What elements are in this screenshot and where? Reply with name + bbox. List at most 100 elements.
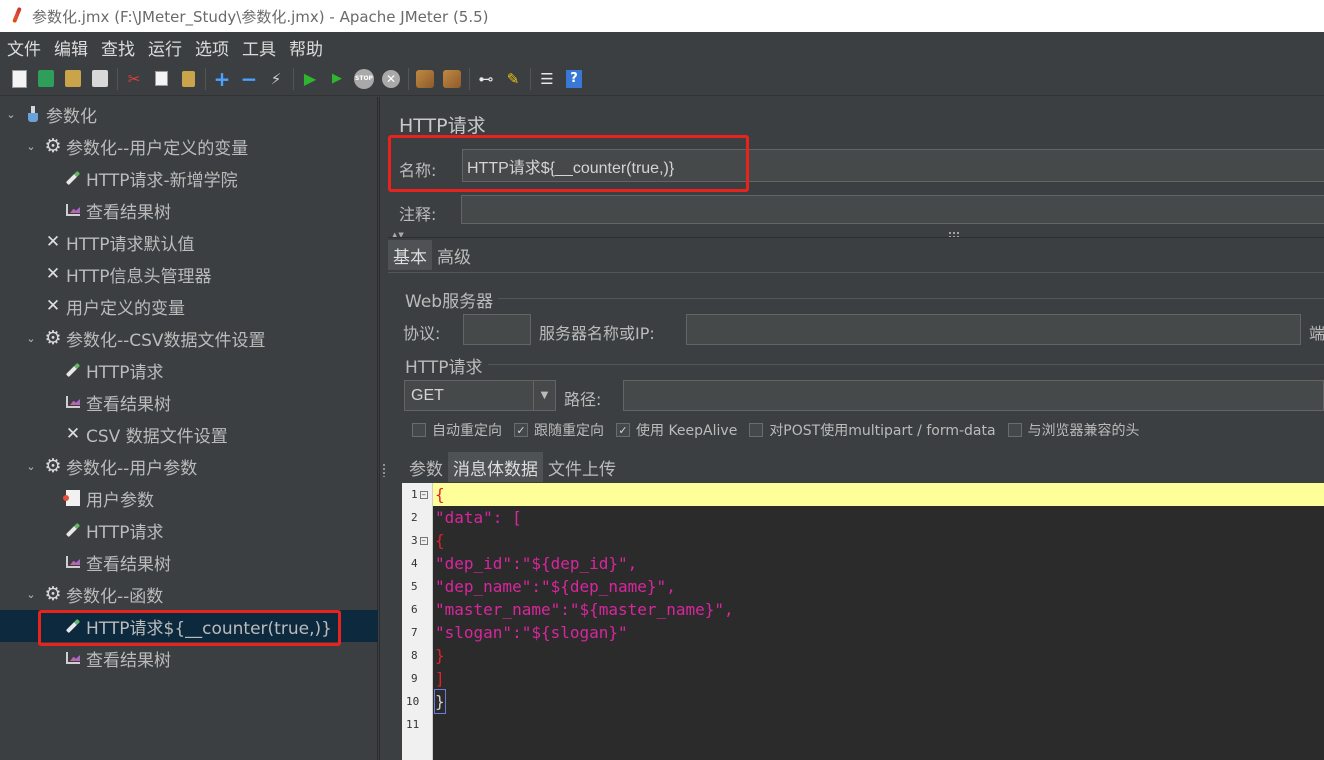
tab-basic[interactable]: 基本 bbox=[388, 240, 432, 270]
menu-edit[interactable]: 编辑 bbox=[47, 35, 94, 60]
chevron-down-icon[interactable]: ⌄ bbox=[24, 332, 38, 345]
menu-file[interactable]: 文件 bbox=[0, 35, 47, 60]
line-number: 6 bbox=[411, 603, 418, 616]
tree-node-sampler[interactable]: HTTP请求-新增学院 bbox=[64, 162, 238, 194]
tree-node-config[interactable]: ✕ 用户定义的变量 bbox=[44, 290, 185, 322]
menu-tools[interactable]: 工具 bbox=[235, 35, 282, 60]
tree-node-listener[interactable]: 查看结果树 bbox=[64, 194, 171, 226]
shutdown-icon[interactable]: ✕ bbox=[380, 68, 402, 90]
toggle-icon[interactable]: ⚡ bbox=[265, 68, 287, 90]
tree-node-sampler[interactable]: HTTP请求 bbox=[64, 354, 164, 386]
save-icon[interactable] bbox=[89, 68, 111, 90]
tree-node-thread-group[interactable]: ⌄ ⚙ 参数化--用户参数 bbox=[24, 450, 197, 482]
check-icon[interactable]: ✓ bbox=[514, 423, 528, 437]
copy-icon[interactable] bbox=[150, 68, 172, 90]
browser-compatible-headers-checkbox[interactable]: 与浏览器兼容的头 bbox=[1007, 420, 1140, 440]
expand-all-icon[interactable]: + bbox=[211, 67, 233, 91]
tab-body-data[interactable]: 消息体数据 bbox=[448, 452, 543, 482]
new-icon[interactable] bbox=[8, 68, 30, 90]
menu-help[interactable]: 帮助 bbox=[282, 35, 329, 60]
follow-redirects-checkbox[interactable]: ✓ 跟随重定向 bbox=[514, 420, 604, 440]
start-icon[interactable]: ▶ bbox=[299, 68, 321, 90]
tree-node-label: 查看结果树 bbox=[86, 202, 171, 223]
tree-node-preprocessor[interactable]: 用户参数 bbox=[63, 482, 154, 514]
checkbox-box[interactable] bbox=[1007, 423, 1022, 437]
menu-search[interactable]: 查找 bbox=[94, 35, 141, 60]
panel-title: HTTP请求 bbox=[399, 115, 486, 137]
tree-node-config[interactable]: ✕ HTTP信息头管理器 bbox=[44, 258, 212, 290]
checkbox-label: 与浏览器兼容的头 bbox=[1027, 423, 1140, 439]
check-icon[interactable]: ✓ bbox=[616, 423, 630, 437]
menu-options[interactable]: 选项 bbox=[188, 35, 235, 60]
chart-icon bbox=[64, 649, 82, 667]
comment-field[interactable] bbox=[461, 195, 1324, 224]
reset-search-icon[interactable]: ✎ bbox=[502, 68, 524, 90]
tree-node-thread-group[interactable]: ⌄ ⚙ 参数化--函数 bbox=[24, 578, 163, 610]
checkbox-box[interactable] bbox=[749, 423, 764, 437]
gear-icon: ⚙ bbox=[44, 135, 62, 157]
tree-node-label: 参数化 bbox=[46, 106, 97, 127]
collapse-all-icon[interactable]: − bbox=[238, 67, 260, 91]
protocol-field[interactable] bbox=[463, 314, 531, 345]
multipart-checkbox[interactable]: 对POST使用multipart / form-data bbox=[749, 420, 996, 440]
function-helper-icon[interactable]: ☰ bbox=[536, 68, 558, 90]
help-icon[interactable]: ? bbox=[563, 68, 585, 90]
start-no-pause-icon[interactable]: ▶ bbox=[326, 68, 348, 90]
fold-icon[interactable]: − bbox=[419, 536, 428, 545]
fold-icon[interactable]: − bbox=[419, 490, 428, 499]
tree-node-label: 参数化--CSV数据文件设置 bbox=[66, 330, 266, 351]
tree-node-listener[interactable]: 查看结果树 bbox=[64, 546, 171, 578]
chevron-down-icon[interactable]: ⌄ bbox=[24, 140, 38, 153]
tab-files-upload[interactable]: 文件上传 bbox=[543, 452, 621, 482]
protocol-label: 协议: bbox=[403, 324, 441, 343]
open-icon[interactable] bbox=[62, 68, 84, 90]
checkbox-box[interactable] bbox=[412, 423, 426, 437]
toolbar-separator bbox=[530, 67, 531, 90]
tree-node-sampler[interactable]: HTTP请求 bbox=[64, 514, 164, 546]
menu-run[interactable]: 运行 bbox=[141, 35, 188, 60]
tree-node-test-plan[interactable]: ⌄ 参数化 bbox=[4, 98, 97, 130]
tab-advanced[interactable]: 高级 bbox=[432, 240, 476, 270]
auto-redirect-checkbox[interactable]: 自动重定向 bbox=[412, 420, 502, 440]
tree-node-label: 参数化--用户定义的变量 bbox=[66, 138, 249, 159]
code-line: "slogan":"${slogan}" bbox=[435, 623, 628, 642]
chevron-down-icon[interactable]: ⌄ bbox=[24, 588, 38, 601]
tree-node-thread-group[interactable]: ⌄ ⚙ 参数化--用户定义的变量 bbox=[24, 130, 248, 162]
search-binoculars-icon[interactable]: ⊷ bbox=[475, 68, 497, 90]
server-name-field[interactable] bbox=[686, 314, 1301, 345]
tree-node-config[interactable]: ✕ CSV 数据文件设置 bbox=[64, 418, 228, 450]
comment-label: 注释: bbox=[399, 205, 437, 224]
clear-icon[interactable] bbox=[414, 68, 436, 90]
tree-node-config[interactable]: ✕ HTTP请求默认值 bbox=[44, 226, 195, 258]
line-number: 2 bbox=[411, 511, 418, 524]
paste-icon[interactable] bbox=[177, 68, 199, 90]
keepalive-checkbox[interactable]: ✓ 使用 KeepAlive bbox=[616, 420, 737, 440]
tab-parameters[interactable]: 参数 bbox=[404, 452, 448, 482]
chevron-down-icon[interactable]: ⌄ bbox=[4, 108, 18, 121]
tree-node-thread-group[interactable]: ⌄ ⚙ 参数化--CSV数据文件设置 bbox=[24, 322, 266, 354]
tree-node-listener[interactable]: 查看结果树 bbox=[64, 386, 171, 418]
tree-node-label: CSV 数据文件设置 bbox=[86, 426, 228, 447]
chevron-down-icon[interactable]: ▼ bbox=[533, 381, 555, 410]
divider bbox=[488, 364, 1324, 365]
web-server-group-title: Web服务器 bbox=[405, 292, 494, 312]
line-number: 3− bbox=[411, 534, 428, 547]
cut-icon[interactable]: ✂ bbox=[123, 68, 145, 90]
annotation-highlight-box bbox=[388, 135, 749, 192]
body-data-editor[interactable]: 1− 2 3− 4 5 6 7 8 9 10 11 { "data": [ { … bbox=[402, 483, 1324, 760]
method-select[interactable]: GET ▼ bbox=[404, 380, 556, 411]
divider bbox=[388, 237, 1324, 238]
toolbar: ✂ + − ⚡ ▶ ▶ STOP ✕ ⊷ ✎ ☰ ? bbox=[0, 62, 1324, 96]
menu-bar: 文件 编辑 查找 运行 选项 工具 帮助 bbox=[0, 32, 1324, 62]
chevron-down-icon[interactable]: ⌄ bbox=[24, 460, 38, 473]
clear-all-icon[interactable] bbox=[441, 68, 463, 90]
split-pane-divider[interactable] bbox=[379, 97, 388, 760]
code-line: "dep_name":"${dep_name}", bbox=[435, 577, 676, 596]
path-field[interactable] bbox=[623, 380, 1324, 411]
stop-icon[interactable]: STOP bbox=[353, 68, 375, 90]
templates-icon[interactable] bbox=[35, 68, 57, 90]
tree-node-label: 查看结果树 bbox=[86, 650, 171, 671]
toolbar-separator bbox=[293, 67, 294, 90]
current-line-highlight bbox=[433, 483, 1324, 506]
tree-node-listener[interactable]: 查看结果树 bbox=[64, 642, 171, 674]
